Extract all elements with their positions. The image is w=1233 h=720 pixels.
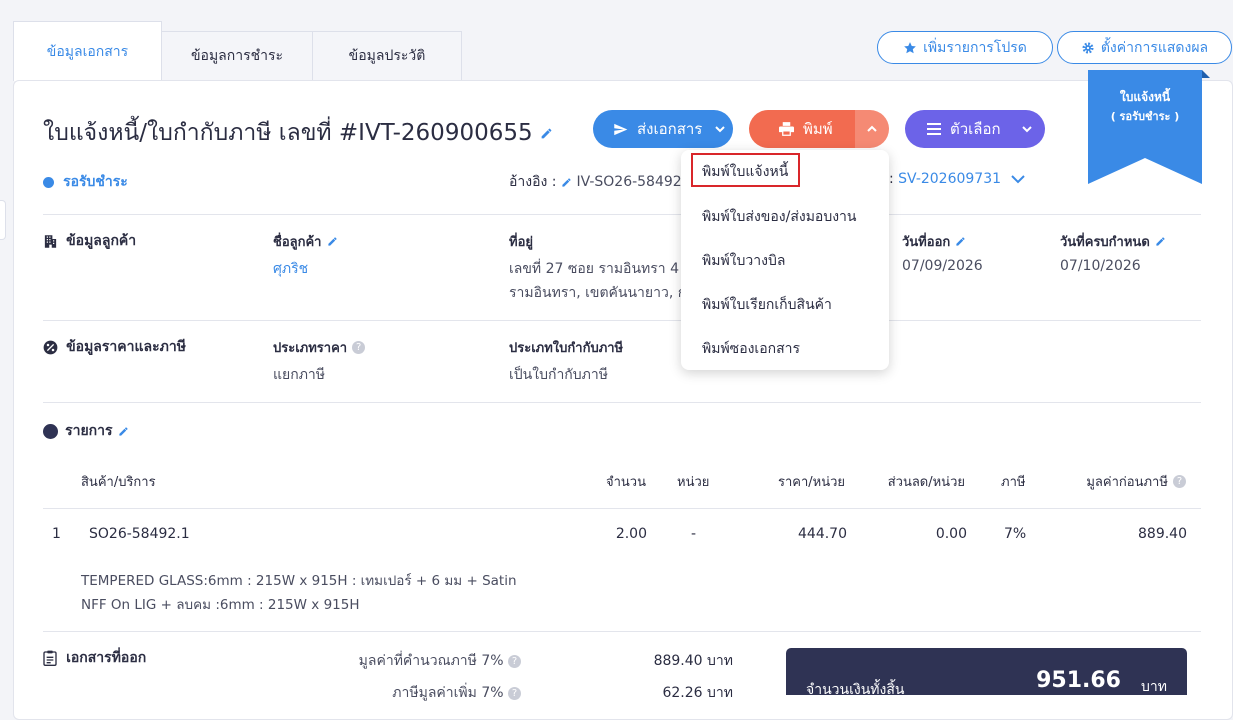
divider — [43, 214, 1201, 215]
edit-reference-icon[interactable] — [561, 177, 572, 188]
divider — [43, 508, 1201, 509]
edit-items-icon[interactable] — [118, 426, 129, 437]
building-icon — [44, 234, 57, 248]
options-label: ตัวเลือก — [950, 120, 1001, 138]
print-button[interactable]: พิมพ์ — [749, 110, 855, 148]
items-section-title: รายการ — [65, 423, 113, 439]
due-date: 07/10/2026 — [1060, 258, 1141, 274]
reference2-link[interactable]: SV-202609731 — [898, 171, 1001, 187]
status-ribbon: ใบแจ้งหนี้ ( รอรับชำระ ) — [1088, 70, 1202, 184]
menu-item-print-billing[interactable]: พิมพ์ใบวางบิล — [702, 250, 785, 272]
row-description-2: NFF On LIG + ลบคม :6mm : 215W x 915H — [81, 597, 360, 613]
chevron-down-icon — [1021, 126, 1032, 133]
star-icon — [904, 41, 916, 53]
divider — [43, 320, 1201, 321]
edit-due-date-icon[interactable] — [1155, 236, 1166, 247]
col-header-unit: หน่วย — [677, 475, 710, 490]
pricing-section-title: ข้อมูลราคาและภาษี — [66, 339, 186, 355]
menu-item-print-invoice[interactable]: พิมพ์ใบแจ้งหนี้ — [702, 161, 788, 183]
row-amount: 889.40 — [1138, 526, 1187, 542]
display-settings-button[interactable]: ตั้งค่าการแสดงผล — [1057, 31, 1232, 64]
col-header-discount: ส่วนลด/หน่วย — [887, 475, 965, 490]
send-document-label: ส่งเอกสาร — [637, 120, 703, 138]
address-line2: รามอินทรา, เขตคันนายาว, ก — [509, 285, 687, 301]
total-value: 951.66 — [1036, 668, 1121, 693]
edit-customer-icon[interactable] — [327, 236, 338, 247]
status-text: รอรับชำระ — [63, 174, 128, 190]
menu-item-print-envelope[interactable]: พิมพ์ซองเอกสาร — [702, 338, 800, 360]
menu-item-print-delivery[interactable]: พิมพ์ใบส่งของ/ส่งมอบงาน — [702, 206, 857, 228]
col-header-tax: ภาษี — [1001, 475, 1026, 490]
print-label: พิมพ์ — [803, 120, 833, 138]
row-description-1: TEMPERED GLASS:6mm : 215W x 915H : เทมเป… — [81, 573, 517, 589]
help-icon[interactable]: ? — [508, 686, 521, 700]
edit-issue-date-icon[interactable] — [955, 236, 966, 247]
options-button[interactable]: ตัวเลือก — [905, 110, 1045, 148]
menu-icon — [927, 123, 941, 135]
add-favorite-label: เพิ่มรายการโปรด — [923, 39, 1027, 56]
chevron-down-icon[interactable] — [1010, 173, 1026, 185]
row-discount: 0.00 — [935, 526, 967, 542]
address-label: ที่อยู่ — [509, 235, 533, 250]
tab-history-info[interactable]: ข้อมูลประวัติ — [312, 31, 462, 80]
tax-doc: เป็นใบกำกับภาษี — [509, 367, 608, 383]
price-type: แยกภาษี — [273, 367, 326, 383]
vat-label: ภาษีมูลค่าเพิ่ม 7% — [392, 685, 504, 701]
ribbon-fold — [1202, 70, 1210, 78]
customer-name[interactable]: ศุภริช — [273, 258, 308, 280]
price-type-label: ประเภทราคา — [273, 341, 348, 356]
clipboard-icon — [43, 650, 57, 666]
print-dropdown-menu: พิมพ์ใบแจ้งหนี้ พิมพ์ใบส่งของ/ส่งมอบงาน … — [681, 150, 889, 370]
col-header-price: ราคา/หน่วย — [777, 475, 845, 490]
menu-item-print-collection[interactable]: พิมพ์ใบเรียกเก็บสินค้า — [702, 294, 832, 316]
ribbon-title: ใบแจ้งหนี้ — [1119, 90, 1171, 104]
send-icon — [614, 123, 628, 135]
reference-label: อ้างอิง : — [509, 174, 557, 190]
col-header-amount: มูลค่าก่อนภาษี — [1086, 475, 1168, 490]
help-icon[interactable]: ? — [1173, 475, 1186, 488]
tax-doc-label: ประเภทใบกำกับภาษี — [509, 341, 624, 356]
product-code-link[interactable]: SO26-58492.1 — [89, 526, 190, 542]
taxable-label: มูลค่าที่คำนวณภาษี 7% — [358, 653, 504, 669]
issue-date-label: วันที่ออก — [902, 235, 951, 250]
total-box: จำนวนเงินทั้งสิ้น 951.66 บาท — [786, 648, 1187, 698]
side-handle[interactable] — [0, 200, 6, 240]
chevron-down-icon — [715, 126, 726, 133]
items-dot-icon — [43, 423, 58, 439]
row-price: 444.70 — [798, 526, 847, 542]
add-favorite-button[interactable]: เพิ่มรายการโปรด — [877, 31, 1053, 64]
row-qty: 2.00 — [615, 526, 647, 542]
ribbon-status: ( รอรับชำระ ) — [1110, 110, 1180, 123]
issue-date: 07/09/2026 — [902, 258, 983, 274]
help-icon[interactable]: ? — [352, 341, 366, 354]
docs-section-title: เอกสารที่ออก — [66, 650, 147, 666]
customer-name-label: ชื่อลูกค้า — [273, 235, 322, 250]
printer-icon — [779, 122, 794, 136]
edit-title-icon[interactable] — [540, 127, 553, 140]
percent-badge-icon — [43, 340, 58, 354]
total-label: จำนวนเงินทั้งสิ้น — [806, 682, 905, 698]
reference-value: IV-SO26-58492 — [576, 174, 682, 190]
due-date-label: วันที่ครบกำหนด — [1060, 235, 1150, 250]
row-tax: 7% — [1004, 526, 1027, 542]
send-document-button[interactable]: ส่งเอกสาร — [593, 110, 733, 148]
divider — [43, 631, 1201, 632]
status-dot — [43, 176, 54, 188]
help-icon[interactable]: ? — [508, 654, 521, 668]
address-line1: เลขที่ 27 ซอย รามอินทรา 4 — [509, 261, 679, 277]
chevron-up-icon — [867, 125, 877, 132]
row-number: 1 — [52, 526, 61, 542]
col-header-product: สินค้า/บริการ — [81, 475, 156, 490]
vat-value: 62.26 บาท — [662, 685, 733, 701]
page-title: ใบแจ้งหนี้/ใบกำกับภาษี เลขที่ #IVT-26090… — [43, 120, 533, 146]
customer-section-title: ข้อมูลลูกค้า — [66, 233, 137, 249]
tab-document-info[interactable]: ข้อมูลเอกสาร — [13, 21, 162, 81]
col-header-qty: จำนวน — [606, 475, 646, 490]
tab-payment-info[interactable]: ข้อมูลการชำระ — [161, 31, 313, 80]
gear-icon — [1082, 41, 1094, 54]
row-unit: - — [691, 526, 697, 542]
display-settings-label: ตั้งค่าการแสดงผล — [1100, 39, 1209, 56]
taxable-value: 889.40 บาท — [653, 653, 733, 669]
divider — [43, 402, 1201, 403]
